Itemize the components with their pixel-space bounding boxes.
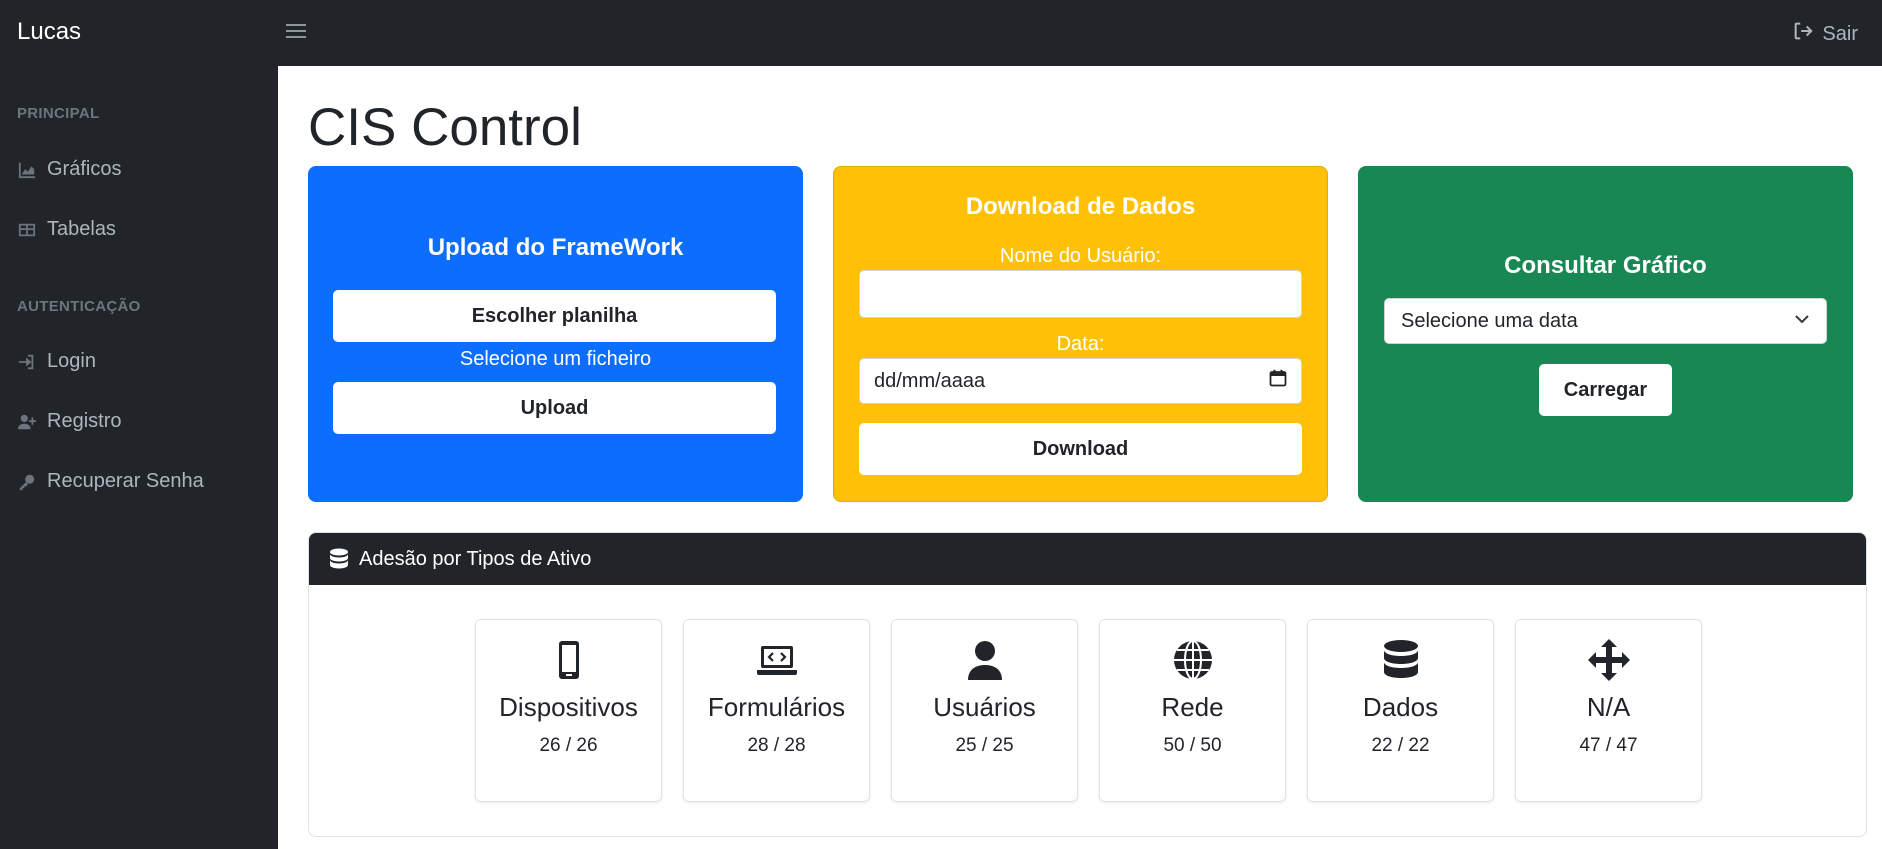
adoption-panel-title: Adesão por Tipos de Ativo [359,547,592,570]
globe-icon [1171,638,1215,682]
database-icon [1379,638,1423,682]
choose-spreadsheet-button[interactable]: Escolher planilha [333,290,776,342]
sidebar-item-graficos[interactable]: Gráficos [17,158,121,181]
key-icon [17,472,37,492]
date-label: Data: [1056,333,1105,355]
sidebar-item-registro[interactable]: Registro [17,410,121,433]
download-card: Download de Dados Nome do Usuário: Data:… [833,166,1328,502]
asset-tile-name: Dados [1362,692,1439,722]
asset-tile-dispositivos: Dispositivos 26 / 26 [475,619,662,802]
upload-button[interactable]: Upload [333,382,776,434]
sign-out-icon [1792,20,1814,48]
date-select-value: Selecione uma data [1401,309,1578,332]
sidebar-item-label: Registro [47,410,122,432]
tablet-icon [547,638,591,682]
asset-tile-value: 26 / 26 [539,735,598,756]
sidebar-toggle-icon[interactable] [286,20,306,44]
asset-tile-value: 28 / 28 [747,735,806,756]
sidebar-item-label: Recuperar Senha [47,470,204,492]
adoption-panel: Adesão por Tipos de Ativo Dispositivos 2… [308,532,1867,837]
logout-label: Sair [1822,22,1858,45]
top-navbar: Lucas Sair [0,0,1882,66]
table-icon [17,220,37,240]
sidebar-item-label: Gráficos [47,158,122,180]
asset-tile-name: Rede [1161,692,1224,722]
asset-tile-value: 25 / 25 [955,735,1014,756]
upload-card-title: Upload do FrameWork [427,234,684,261]
load-chart-button[interactable]: Carregar [1539,364,1672,416]
sidebar-item-label: Tabelas [47,218,116,240]
database-icon [330,548,348,569]
main-content: CIS Control Upload do FrameWork Escolher… [278,66,1882,849]
asset-tile-value: 22 / 22 [1371,735,1430,756]
asset-tile-name: N/A [1586,692,1631,722]
sidebar-heading-principal: PRINCIPAL [17,105,100,122]
asset-tile-na: N/A 47 / 47 [1515,619,1702,802]
page-title: CIS Control [308,98,582,157]
download-card-title: Download de Dados [965,193,1196,220]
asset-tile-usuarios: Usuários 25 / 25 [891,619,1078,802]
asset-tile-name: Formulários [707,692,846,722]
sidebar-item-label: Login [47,350,96,372]
arrows-icon [1587,638,1631,682]
sidebar-item-tabelas[interactable]: Tabelas [17,218,116,241]
asset-tile-rede: Rede 50 / 50 [1099,619,1286,802]
asset-tile-value: 47 / 47 [1579,735,1638,756]
adoption-tiles: Dispositivos 26 / 26 Formulários 28 / 28… [475,619,1702,802]
sidebar-heading-autenticacao: AUTENTICAÇÃO [17,298,141,315]
chevron-down-icon [1794,310,1810,333]
adoption-panel-header: Adesão por Tipos de Ativo [309,533,1866,585]
date-select[interactable]: Selecione uma data [1384,298,1827,344]
asset-tile-formularios: Formulários 28 / 28 [683,619,870,802]
date-input[interactable]: dd/mm/aaaa [859,358,1302,404]
sidebar-item-login[interactable]: Login [17,350,96,373]
logout-button[interactable]: Sair [1792,20,1858,48]
date-placeholder: dd/mm/aaaa [874,369,986,392]
asset-tile-value: 50 / 50 [1163,735,1222,756]
file-status-label: Selecione um ficheiro [459,348,652,370]
sign-in-icon [17,352,37,372]
chart-query-card: Consultar Gráfico Selecione uma data Car… [1358,166,1853,502]
chart-query-title: Consultar Gráfico [1504,252,1707,279]
brand-name[interactable]: Lucas [17,17,81,47]
sidebar: PRINCIPAL Gráficos Tabelas AUTENTICAÇÃO … [0,66,278,849]
sidebar-item-recuperar-senha[interactable]: Recuperar Senha [17,470,204,493]
upload-card: Upload do FrameWork Escolher planilha Se… [308,166,803,502]
asset-tile-dados: Dados 22 / 22 [1307,619,1494,802]
user-name-input[interactable] [859,270,1302,318]
chart-area-icon [17,160,37,180]
user-icon [963,638,1007,682]
asset-tile-name: Usuários [933,692,1036,722]
calendar-icon[interactable] [1269,369,1287,393]
user-name-label: Nome do Usuário: [999,245,1162,267]
asset-tile-name: Dispositivos [499,692,638,722]
laptop-code-icon [755,638,799,682]
user-plus-icon [17,412,37,432]
download-button[interactable]: Download [859,423,1302,475]
